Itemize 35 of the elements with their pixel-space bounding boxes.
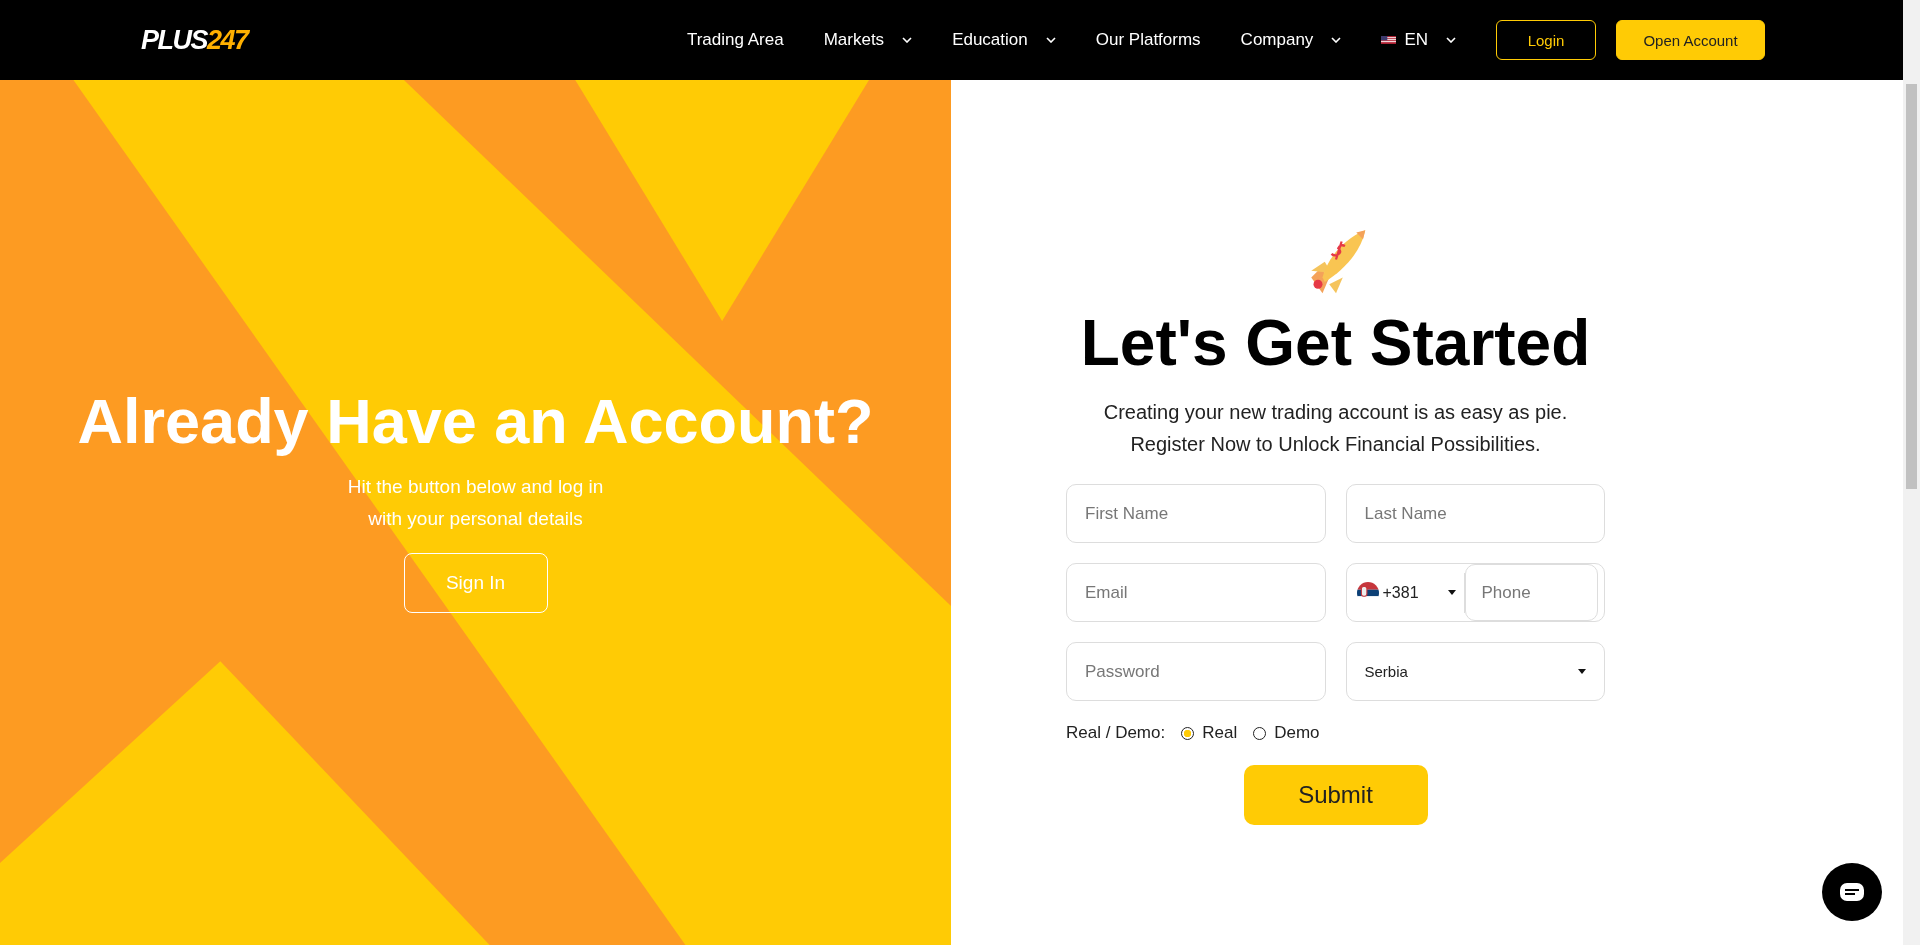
flag-icon (1381, 35, 1397, 45)
phone-field[interactable]: Phone (1464, 564, 1598, 621)
radio-option[interactable]: Real (1181, 723, 1238, 743)
country-code-select[interactable]: +381 (1346, 572, 1465, 613)
country-select[interactable]: Serbia (1345, 642, 1605, 701)
language-selector[interactable]: EN (1381, 30, 1456, 50)
chat-icon (1840, 883, 1864, 901)
account-type-label: Real / Demo: (1066, 723, 1166, 743)
caret-icon (1578, 669, 1586, 674)
chevron-down-icon (902, 37, 913, 43)
scrollbar[interactable] (1903, 0, 1920, 945)
caret-icon (1447, 590, 1456, 595)
chevron-down-icon (1331, 37, 1342, 43)
nav-link[interactable]: Markets (823, 30, 913, 50)
logo[interactable]: PLUS247 (141, 24, 248, 56)
input-field[interactable]: Email (1066, 563, 1326, 622)
input-field[interactable]: First Name (1066, 484, 1326, 543)
login-subtitle: Hit the button below and log in (347, 475, 604, 499)
open-account-button[interactable]: Open Account (1616, 20, 1765, 60)
chevron-down-icon (1045, 37, 1056, 43)
login-heading: Already Have an Account? (77, 385, 874, 457)
nav-link[interactable]: Company (1240, 30, 1342, 50)
register-subtitle: Creating your new trading account is as easy as pie. (1103, 400, 1568, 425)
register-heading: Let's Get Started (1080, 306, 1591, 380)
nav-link[interactable]: Education (952, 30, 1056, 50)
input-field[interactable]: Last Name (1345, 484, 1605, 543)
login-subtitle: with your personal details (368, 507, 583, 531)
login-button[interactable]: Login (1496, 20, 1596, 60)
submit-button[interactable]: Submit (1243, 765, 1428, 825)
chevron-down-icon (1446, 37, 1456, 43)
nav-link[interactable]: Trading Area (686, 30, 784, 50)
password-field[interactable]: Password (1066, 642, 1326, 701)
radio-option[interactable]: Demo (1253, 723, 1320, 743)
nav-link[interactable]: Our Platforms (1095, 30, 1201, 50)
register-subtitle: Register Now to Unlock Financial Possibilities. (1129, 432, 1542, 457)
